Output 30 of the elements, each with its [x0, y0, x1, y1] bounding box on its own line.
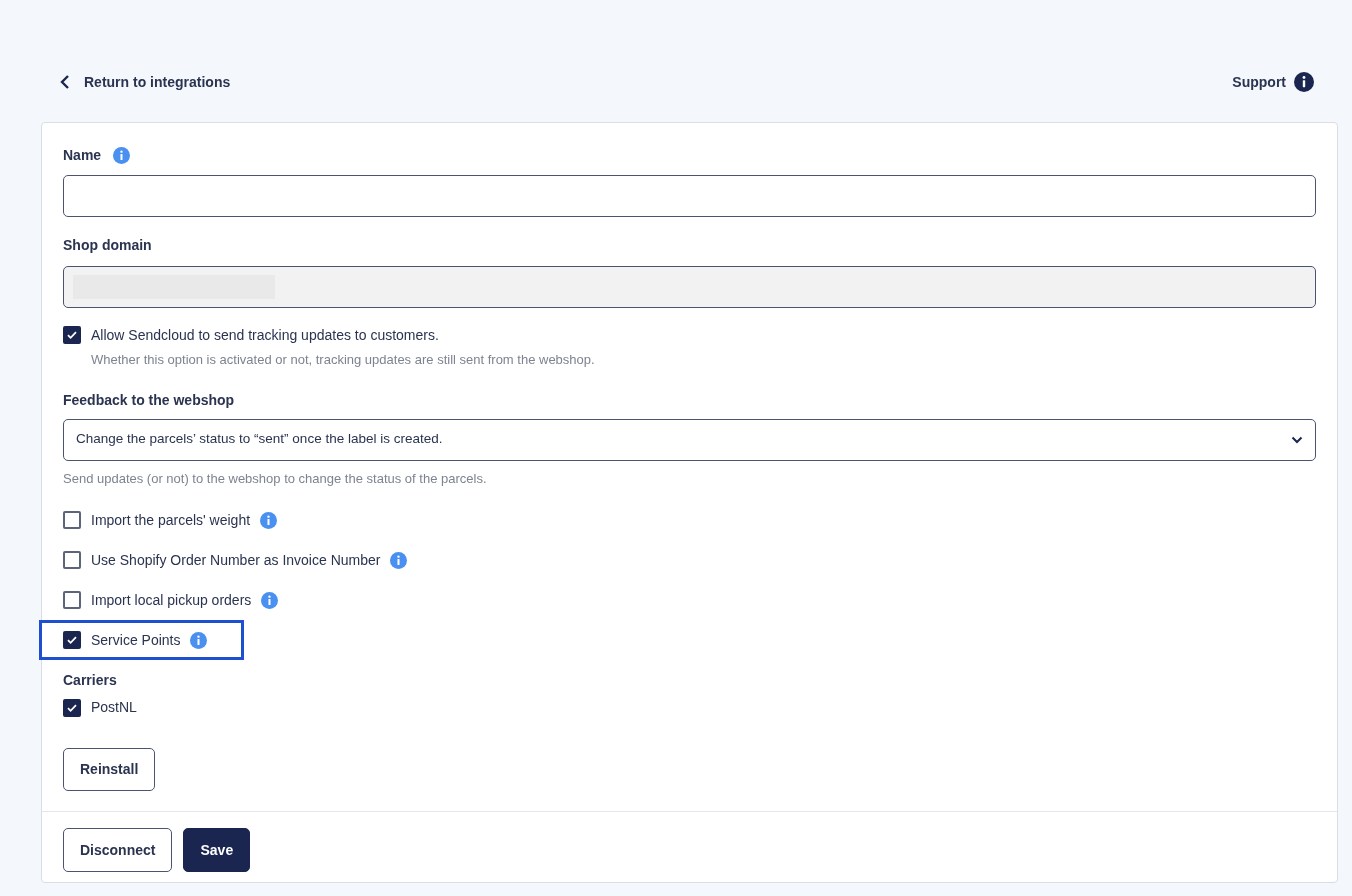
checkbox[interactable] [63, 326, 81, 344]
back-link[interactable]: Return to integrations [60, 71, 231, 93]
checkbox-label: Allow Sendcloud to send tracking updates to customers. [91, 326, 440, 345]
check-icon [66, 634, 78, 646]
checkbox[interactable] [63, 631, 81, 649]
checkbox-label: PostNL [91, 698, 137, 717]
reinstall-button[interactable]: Reinstall [63, 748, 156, 791]
chevron-down-icon [1291, 435, 1303, 444]
checkbox[interactable] [63, 698, 81, 717]
info-icon[interactable] [1294, 72, 1314, 92]
check-icon [66, 329, 78, 341]
name-input[interactable] [63, 175, 1316, 217]
checkbox-label: Use Shopify Order Number as Invoice Number [91, 550, 381, 570]
checkbox-label: Import local pickup orders [91, 590, 252, 610]
chevron-left-icon [60, 74, 70, 90]
field-label: Shop domain [63, 236, 153, 255]
disconnect-button[interactable]: Disconnect [63, 828, 173, 872]
feedback-select[interactable]: Change the parcels’ status to “sent” once the label is created. [63, 418, 1316, 461]
save-button[interactable]: Save [183, 828, 251, 872]
section-label: Carriers [63, 671, 118, 690]
support-link[interactable]: Support [1232, 71, 1286, 93]
field-label: Feedback to the webshop [63, 390, 236, 410]
help-text: Send updates (or not) to the webshop to change the status of the parcels. [63, 469, 488, 488]
checkbox[interactable] [63, 591, 81, 609]
checkbox-label: Import the parcels' weight [91, 510, 251, 530]
checkbox[interactable] [63, 551, 81, 569]
field-label: Name [63, 145, 102, 165]
help-text: Whether this option is activated or not, tracking updates are still sent from the webshop. [91, 351, 595, 369]
checkbox[interactable] [63, 511, 81, 529]
checkbox-label: Service Points [91, 630, 181, 650]
